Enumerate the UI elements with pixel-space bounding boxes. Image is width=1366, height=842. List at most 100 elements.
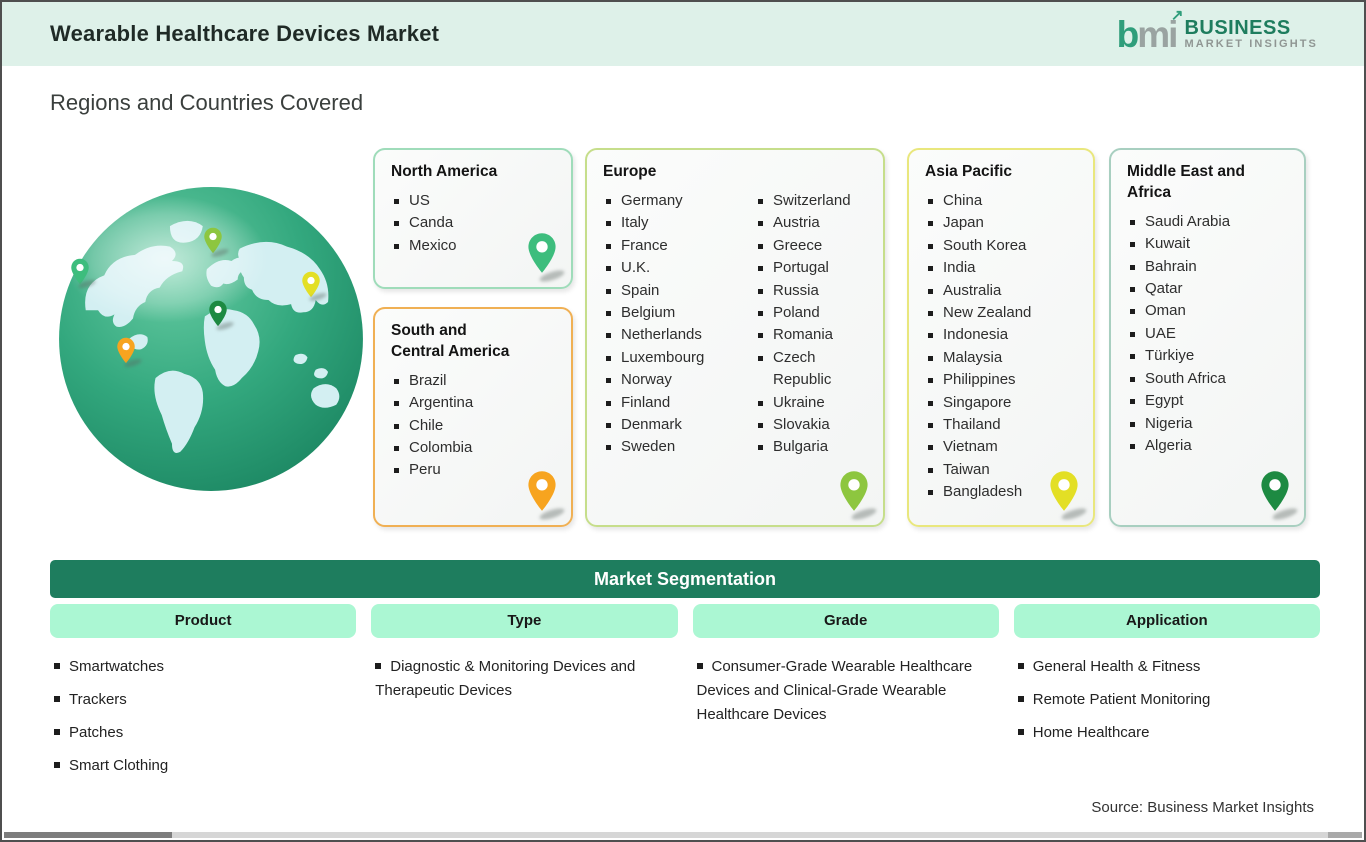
list-item: Home Healthcare [1018, 721, 1316, 745]
list-item: Smartwatches [54, 655, 352, 679]
list-item: Vietnam [925, 436, 1079, 458]
list-item: Qatar [1127, 278, 1290, 300]
pin-icon-middle-east-africa [1260, 470, 1299, 522]
list-item: US [391, 190, 557, 212]
globe-pin-asia-pacific [301, 271, 328, 303]
segment-header-application: Application [1013, 604, 1320, 638]
list-item: Nigeria [1127, 413, 1290, 435]
list-item: Netherlands [603, 324, 749, 346]
segment-items-product: Smartwatches Trackers Patches Smart Clothin… [50, 655, 356, 778]
region-title-south-central-america: South and Central America [391, 322, 510, 360]
horizontal-scrollbar-thumb[interactable] [4, 832, 172, 838]
segment-header-grade: Grade [692, 604, 999, 638]
country-list-europe-col1: Germany Italy France U.K. Spain Belgium Nether… [603, 190, 749, 459]
list-item: Egypt [1127, 390, 1290, 412]
market-segmentation-banner: Market Segmentation [50, 560, 1320, 598]
globe-pin-north-america [70, 258, 97, 290]
europe-columns: Germany Italy France U.K. Spain Belgium Nether… [603, 190, 869, 459]
region-title-asia-pacific: Asia Pacific [925, 163, 1013, 180]
country-list-europe-col2: Switzerland Austria Greece Portugal Russia Po… [755, 190, 869, 459]
list-item: Switzerland [755, 190, 869, 212]
pin-icon-asia-pacific [1049, 470, 1088, 522]
country-list-south-central-america: Brazil Argentina Chile Colombia Peru [391, 370, 557, 482]
segmentation-column-type: Type Diagnostic & Monitoring Devices and… [371, 604, 678, 787]
bmi-logo: bmi ↗ BUSINESS MARKET INSIGHTS [1116, 8, 1318, 55]
list-item: Trackers [54, 688, 352, 712]
bmi-logo-mark: bmi ↗ [1116, 8, 1184, 55]
list-item: Portugal [755, 257, 869, 279]
logo-arrow-icon: ↗ [1170, 6, 1184, 24]
list-item: UAE [1127, 323, 1290, 345]
list-item: Germany [603, 190, 749, 212]
list-item: U.K. [603, 257, 749, 279]
list-item: Slovakia [755, 414, 869, 436]
list-item: General Health & Fitness [1018, 655, 1316, 679]
region-card-south-central-america: South and Central America Brazil Argentin… [373, 307, 573, 527]
list-item: Chile [391, 415, 557, 437]
list-item: Ukraine [755, 392, 869, 414]
list-item: Italy [603, 212, 749, 234]
page-title: Wearable Healthcare Devices Market [50, 21, 440, 46]
horizontal-scrollbar-track[interactable] [4, 832, 1362, 838]
list-item: France [603, 235, 749, 257]
list-item: Kuwait [1127, 233, 1290, 255]
list-item: Thailand [925, 414, 1079, 436]
list-item: China [925, 190, 1079, 212]
list-item: New Zealand [925, 302, 1079, 324]
list-item: Saudi Arabia [1127, 211, 1290, 233]
pin-icon-north-america [527, 232, 566, 284]
region-card-north-america: North America US Canda Mexico [373, 148, 573, 289]
list-item: Belgium [603, 302, 749, 324]
list-item: Czech Republic [755, 347, 869, 392]
pin-icon-europe [839, 470, 878, 522]
region-title-middle-east-africa: Middle East and Africa [1127, 163, 1245, 201]
segment-items-grade: Consumer-Grade Wearable Healthcare Devic… [693, 655, 999, 727]
globe-pin-middle-east [208, 300, 235, 332]
region-title-europe: Europe [603, 163, 657, 180]
list-item: Malaysia [925, 347, 1079, 369]
list-item: Brazil [391, 370, 557, 392]
segmentation-grid: Product Smartwatches Trackers Patches Smart… [50, 604, 1320, 787]
list-item: Indonesia [925, 324, 1079, 346]
segmentation-column-application: Application General Health & Fitness Remo… [1013, 604, 1320, 787]
list-item: Poland [755, 302, 869, 324]
list-item: Austria [755, 212, 869, 234]
list-item: Luxembourg [603, 347, 749, 369]
segment-header-type: Type [371, 604, 678, 638]
list-item: Australia [925, 280, 1079, 302]
list-item: Denmark [603, 414, 749, 436]
list-item: Consumer-Grade Wearable Healthcare Devic… [697, 655, 995, 727]
list-item: South Korea [925, 235, 1079, 257]
list-item: Sweden [603, 436, 749, 458]
logo-wordmark-line1: BUSINESS [1184, 16, 1291, 39]
segment-items-type: Diagnostic & Monitoring Devices and Ther… [371, 655, 677, 703]
list-item: Diagnostic & Monitoring Devices and Ther… [375, 655, 673, 703]
region-card-asia-pacific: Asia Pacific China Japan South Korea India A… [907, 148, 1095, 527]
globe-pin-south-america [116, 337, 143, 369]
segmentation-column-product: Product Smartwatches Trackers Patches Smart… [50, 604, 357, 787]
list-item: Japan [925, 212, 1079, 234]
logo-letter-b: b [1116, 13, 1140, 55]
country-list-middle-east-africa: Saudi Arabia Kuwait Bahrain Qatar Oman UAE Tür… [1127, 211, 1290, 457]
header-band: Wearable Healthcare Devices Market bmi ↗… [2, 2, 1364, 66]
list-item: Oman [1127, 300, 1290, 322]
list-item: Spain [603, 280, 749, 302]
logo-wordmark: BUSINESS MARKET INSIGHTS [1184, 16, 1318, 51]
list-item: Russia [755, 280, 869, 302]
list-item: Colombia [391, 437, 557, 459]
list-item: Singapore [925, 392, 1079, 414]
pin-icon-south-central-america [527, 470, 566, 522]
list-item: Patches [54, 721, 352, 745]
list-item: South Africa [1127, 368, 1290, 390]
list-item: Philippines [925, 369, 1079, 391]
list-item: India [925, 257, 1079, 279]
list-item: Algeria [1127, 435, 1290, 457]
list-item: Greece [755, 235, 869, 257]
horizontal-scrollbar-endcap [1328, 832, 1362, 838]
list-item: Norway [603, 369, 749, 391]
list-item: Argentina [391, 392, 557, 414]
list-item: Smart Clothing [54, 754, 352, 778]
segment-items-application: General Health & Fitness Remote Patient M… [1014, 655, 1320, 745]
globe-pin-europe [203, 227, 230, 259]
country-list-asia-pacific: China Japan South Korea India Australia New Z… [925, 190, 1079, 504]
